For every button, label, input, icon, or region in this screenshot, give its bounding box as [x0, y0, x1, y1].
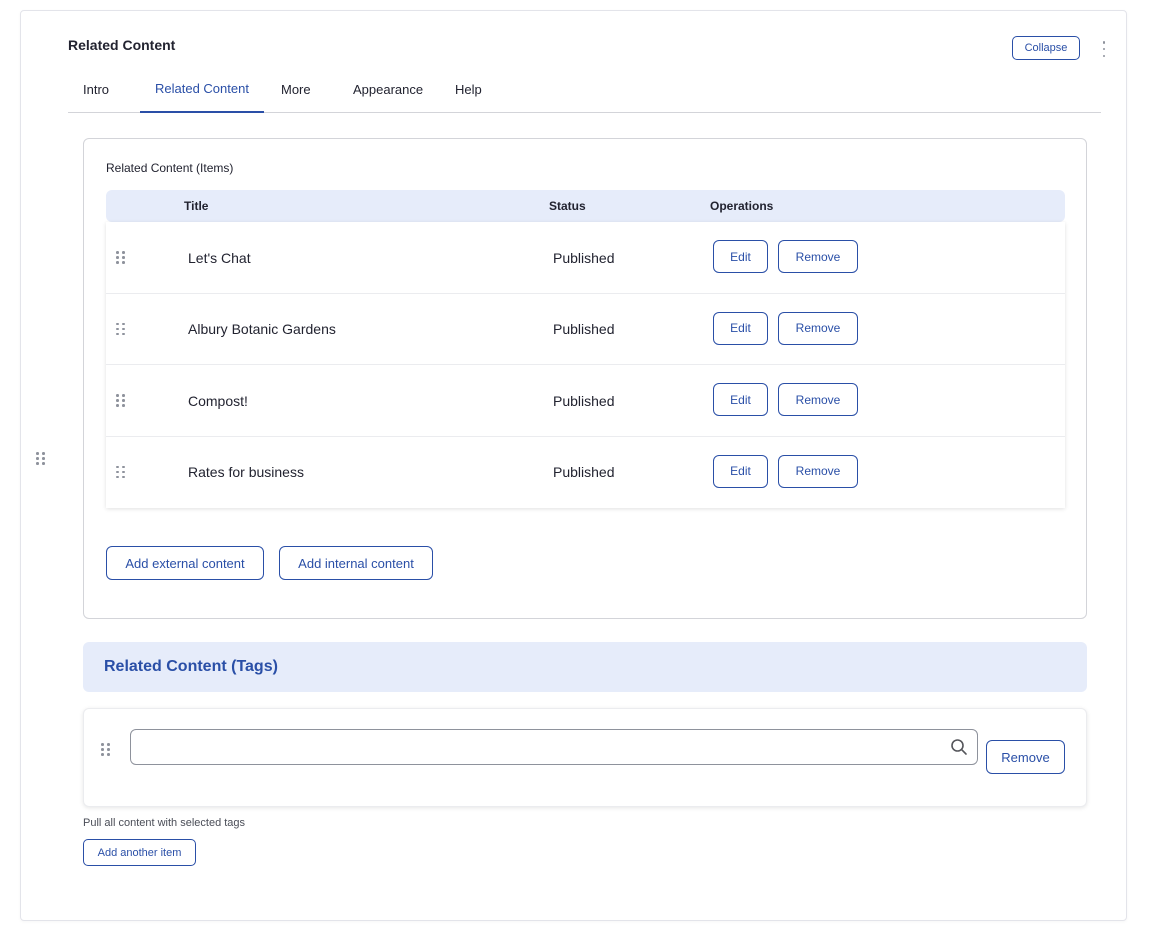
table-row: Compost! Published Edit Remove — [106, 365, 1065, 437]
tab-bar: Intro Related Content More Appearance He… — [68, 66, 1101, 113]
items-section-label: Related Content (Items) — [106, 161, 234, 175]
edit-button[interactable]: Edit — [713, 240, 768, 273]
drag-handle-icon[interactable] — [116, 465, 125, 479]
add-another-item-button[interactable]: Add another item — [83, 839, 196, 866]
tab-help[interactable]: Help — [455, 66, 482, 113]
remove-tag-button[interactable]: Remove — [986, 740, 1065, 774]
remove-button[interactable]: Remove — [778, 454, 858, 488]
table-row: Let's Chat Published Edit Remove — [106, 222, 1065, 294]
remove-button[interactable]: Remove — [778, 311, 858, 345]
row-status: Published — [553, 249, 615, 266]
tab-intro[interactable]: Intro — [83, 66, 109, 113]
tab-related-content[interactable]: Related Content — [140, 66, 264, 113]
column-operations: Operations — [710, 199, 774, 213]
add-internal-content-button[interactable]: Add internal content — [279, 546, 433, 580]
add-external-content-button[interactable]: Add external content — [106, 546, 264, 580]
drag-handle-icon[interactable] — [36, 452, 48, 468]
tab-more[interactable]: More — [281, 66, 311, 113]
edit-button[interactable]: Edit — [713, 454, 768, 488]
more-options-icon[interactable] — [1100, 41, 1108, 57]
row-status: Published — [553, 321, 615, 337]
row-title: Let's Chat — [188, 249, 251, 266]
column-status: Status — [549, 199, 586, 213]
row-title: Compost! — [188, 392, 248, 409]
drag-handle-icon[interactable] — [116, 394, 125, 407]
table-header: Title Status Operations — [106, 190, 1065, 222]
row-title: Rates for business — [188, 464, 304, 480]
remove-button[interactable]: Remove — [778, 383, 858, 416]
tab-appearance[interactable]: Appearance — [353, 66, 423, 113]
related-items-section: Related Content (Items) Title Status Ope… — [83, 138, 1087, 619]
table-row: Albury Botanic Gardens Published Edit Re… — [106, 293, 1065, 365]
row-status: Published — [553, 392, 615, 409]
row-title: Albury Botanic Gardens — [188, 321, 336, 337]
tag-search-input[interactable] — [130, 729, 978, 765]
table-row: Rates for business Published Edit Remove — [106, 436, 1065, 508]
search-icon[interactable] — [950, 738, 968, 756]
edit-button[interactable]: Edit — [713, 311, 768, 345]
drag-handle-icon[interactable] — [116, 322, 125, 336]
edit-button[interactable]: Edit — [713, 383, 768, 416]
items-table-body: Let's Chat Published Edit Remove Albury … — [106, 222, 1065, 508]
row-status: Published — [553, 464, 615, 480]
drag-handle-icon[interactable] — [116, 251, 125, 264]
page-title: Related Content — [68, 37, 176, 53]
drag-handle-icon[interactable] — [101, 743, 110, 756]
column-title: Title — [184, 199, 209, 213]
tags-help-text: Pull all content with selected tags — [83, 817, 246, 829]
tags-item: Remove — [83, 708, 1087, 807]
collapse-button[interactable]: Collapse — [1012, 36, 1080, 60]
remove-button[interactable]: Remove — [778, 240, 858, 273]
tags-section-header[interactable]: Related Content (Tags) — [83, 642, 1087, 692]
